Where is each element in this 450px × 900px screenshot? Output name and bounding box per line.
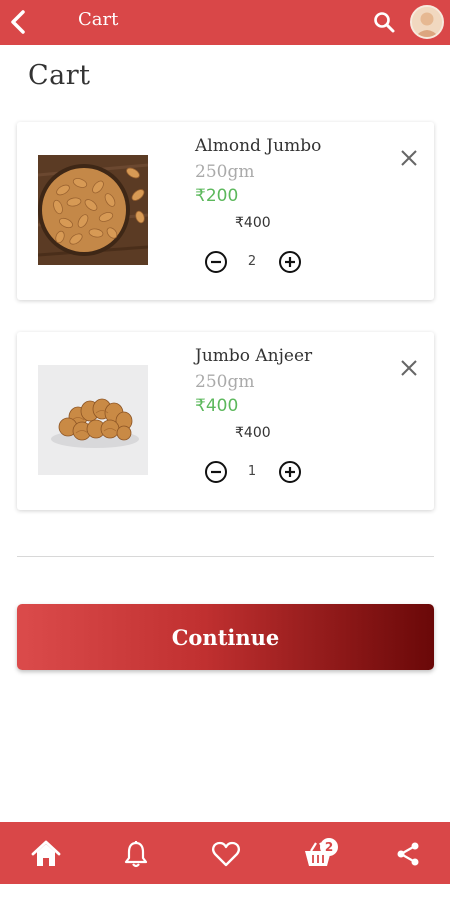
avatar[interactable] <box>410 5 444 39</box>
nav-share[interactable] <box>393 839 423 869</box>
search-button[interactable] <box>372 10 396 34</box>
product-price: ₹200 <box>195 186 239 206</box>
home-icon <box>31 840 61 866</box>
heart-icon <box>212 841 240 867</box>
cart-item-card: Jumbo Anjeer 250gm ₹400 ₹400 1 <box>17 332 434 510</box>
page-title: Cart <box>28 60 91 91</box>
plus-circle-icon <box>279 461 301 483</box>
product-image <box>38 155 148 265</box>
product-mrp: ₹400 <box>235 215 271 231</box>
cart-count-badge: 2 <box>320 838 338 856</box>
search-icon <box>374 12 395 33</box>
back-button[interactable] <box>6 8 32 36</box>
continue-button[interactable]: Continue <box>17 604 434 670</box>
product-weight: 250gm <box>195 162 255 182</box>
product-name: Almond Jumbo <box>195 136 322 156</box>
nav-wishlist[interactable] <box>211 839 241 869</box>
cart-item-card: Almond Jumbo 250gm ₹200 ₹400 2 <box>17 122 434 300</box>
bottom-nav <box>0 822 450 884</box>
remove-item-button[interactable] <box>400 359 418 377</box>
app-header: Cart <box>0 0 450 45</box>
product-mrp: ₹400 <box>235 425 271 441</box>
chevron-left-icon <box>11 10 25 34</box>
minus-circle-icon <box>205 461 227 483</box>
bottom-strip <box>0 884 450 900</box>
close-icon <box>401 360 417 376</box>
increase-quantity-button[interactable] <box>278 250 302 274</box>
product-name: Jumbo Anjeer <box>195 346 313 366</box>
decrease-quantity-button[interactable] <box>204 250 228 274</box>
avatar-icon <box>412 7 442 37</box>
minus-circle-icon <box>205 251 227 273</box>
product-weight: 250gm <box>195 372 255 392</box>
header-title: Cart <box>78 9 119 30</box>
share-icon <box>397 842 419 866</box>
close-icon <box>401 150 417 166</box>
remove-item-button[interactable] <box>400 149 418 167</box>
nav-notifications[interactable] <box>121 839 151 869</box>
divider <box>17 556 434 557</box>
quantity-value: 2 <box>247 254 257 269</box>
product-image <box>38 365 148 475</box>
increase-quantity-button[interactable] <box>278 460 302 484</box>
nav-home[interactable] <box>31 839 61 869</box>
product-price: ₹400 <box>195 396 239 416</box>
bell-icon <box>124 841 148 868</box>
plus-circle-icon <box>279 251 301 273</box>
quantity-value: 1 <box>247 464 257 479</box>
decrease-quantity-button[interactable] <box>204 460 228 484</box>
